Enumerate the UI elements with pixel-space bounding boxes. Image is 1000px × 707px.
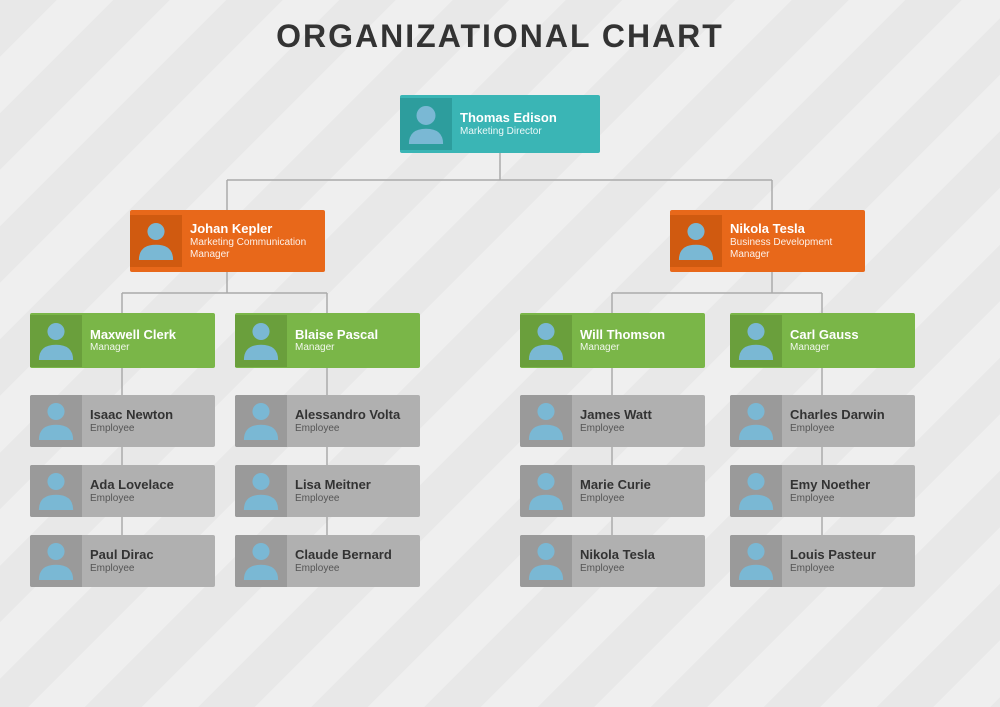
role-charles: Employee: [790, 423, 907, 435]
name-emy: Emy Noether: [790, 477, 907, 493]
node-marie: Marie Curie Employee: [520, 465, 705, 517]
name-marie: Marie Curie: [580, 477, 697, 493]
role-isaac: Employee: [90, 423, 207, 435]
role-lisa: Employee: [295, 493, 412, 505]
avatar-paul: [30, 535, 82, 587]
avatar-johan: [130, 215, 182, 267]
avatar-blaise: [235, 315, 287, 367]
name-nikola-t: Nikola Tesla: [730, 221, 857, 237]
name-nikola2: Nikola Tesla: [580, 547, 697, 563]
node-paul: Paul Dirac Employee: [30, 535, 215, 587]
node-james: James Watt Employee: [520, 395, 705, 447]
info-claude: Claude Bernard Employee: [287, 543, 420, 579]
node-carl: Carl Gauss Manager: [730, 313, 915, 368]
avatar-marie: [520, 465, 572, 517]
node-maxwell: Maxwell Clerk Manager: [30, 313, 215, 368]
avatar-louis: [730, 535, 782, 587]
info-thomas: Thomas Edison Marketing Director: [452, 106, 600, 142]
name-paul: Paul Dirac: [90, 547, 207, 563]
name-louis: Louis Pasteur: [790, 547, 907, 563]
role-will: Manager: [580, 342, 697, 354]
info-paul: Paul Dirac Employee: [82, 543, 215, 579]
node-blaise: Blaise Pascal Manager: [235, 313, 420, 368]
role-emy: Employee: [790, 493, 907, 505]
info-louis: Louis Pasteur Employee: [782, 543, 915, 579]
node-charles: Charles Darwin Employee: [730, 395, 915, 447]
role-carl: Manager: [790, 342, 907, 354]
info-alex: Alessandro Volta Employee: [287, 403, 420, 439]
avatar-charles: [730, 395, 782, 447]
role-ada: Employee: [90, 493, 207, 505]
role-nikola-t: Business Development Manager: [730, 237, 857, 261]
avatar-carl: [730, 315, 782, 367]
node-lisa: Lisa Meitner Employee: [235, 465, 420, 517]
node-emy: Emy Noether Employee: [730, 465, 915, 517]
role-thomas: Marketing Director: [460, 126, 592, 138]
info-emy: Emy Noether Employee: [782, 473, 915, 509]
node-nikola-tesla-mgr: Nikola Tesla Business Development Manage…: [670, 210, 865, 272]
avatar-isaac: [30, 395, 82, 447]
name-blaise: Blaise Pascal: [295, 327, 412, 343]
role-claude: Employee: [295, 563, 412, 575]
info-johan: Johan Kepler Marketing Communication Man…: [182, 217, 325, 265]
name-thomas: Thomas Edison: [460, 110, 592, 126]
avatar-nikola2: [520, 535, 572, 587]
info-maxwell: Maxwell Clerk Manager: [82, 323, 215, 359]
node-nikola2: Nikola Tesla Employee: [520, 535, 705, 587]
role-alex: Employee: [295, 423, 412, 435]
avatar-lisa: [235, 465, 287, 517]
name-claude: Claude Bernard: [295, 547, 412, 563]
role-johan: Marketing Communication Manager: [190, 237, 317, 261]
role-james: Employee: [580, 423, 697, 435]
node-isaac: Isaac Newton Employee: [30, 395, 215, 447]
name-lisa: Lisa Meitner: [295, 477, 412, 493]
node-thomas-edison: Thomas Edison Marketing Director: [400, 95, 600, 153]
node-will: Will Thomson Manager: [520, 313, 705, 368]
info-blaise: Blaise Pascal Manager: [287, 323, 420, 359]
node-louis: Louis Pasteur Employee: [730, 535, 915, 587]
name-maxwell: Maxwell Clerk: [90, 327, 207, 343]
info-ada: Ada Lovelace Employee: [82, 473, 215, 509]
role-nikola2: Employee: [580, 563, 697, 575]
info-marie: Marie Curie Employee: [572, 473, 705, 509]
role-blaise: Manager: [295, 342, 412, 354]
role-marie: Employee: [580, 493, 697, 505]
node-ada: Ada Lovelace Employee: [30, 465, 215, 517]
role-louis: Employee: [790, 563, 907, 575]
name-james: James Watt: [580, 407, 697, 423]
avatar-claude: [235, 535, 287, 587]
info-will: Will Thomson Manager: [572, 323, 705, 359]
avatar-alex: [235, 395, 287, 447]
avatar-james: [520, 395, 572, 447]
avatar-maxwell: [30, 315, 82, 367]
info-nikola2: Nikola Tesla Employee: [572, 543, 705, 579]
name-johan: Johan Kepler: [190, 221, 317, 237]
role-paul: Employee: [90, 563, 207, 575]
info-isaac: Isaac Newton Employee: [82, 403, 215, 439]
name-ada: Ada Lovelace: [90, 477, 207, 493]
info-james: James Watt Employee: [572, 403, 705, 439]
page-title: ORGANIZATIONAL CHART: [0, 0, 1000, 65]
node-johan-kepler: Johan Kepler Marketing Communication Man…: [130, 210, 325, 272]
info-lisa: Lisa Meitner Employee: [287, 473, 420, 509]
avatar-emy: [730, 465, 782, 517]
node-alex: Alessandro Volta Employee: [235, 395, 420, 447]
avatar-will: [520, 315, 572, 367]
name-charles: Charles Darwin: [790, 407, 907, 423]
info-nikola-t: Nikola Tesla Business Development Manage…: [722, 217, 865, 265]
name-carl: Carl Gauss: [790, 327, 907, 343]
avatar-nikola-t: [670, 215, 722, 267]
name-alex: Alessandro Volta: [295, 407, 412, 423]
node-claude: Claude Bernard Employee: [235, 535, 420, 587]
role-maxwell: Manager: [90, 342, 207, 354]
info-charles: Charles Darwin Employee: [782, 403, 915, 439]
avatar-thomas: [400, 98, 452, 150]
org-chart: Thomas Edison Marketing Director Johan K…: [10, 65, 990, 705]
name-will: Will Thomson: [580, 327, 697, 343]
info-carl: Carl Gauss Manager: [782, 323, 915, 359]
name-isaac: Isaac Newton: [90, 407, 207, 423]
avatar-ada: [30, 465, 82, 517]
